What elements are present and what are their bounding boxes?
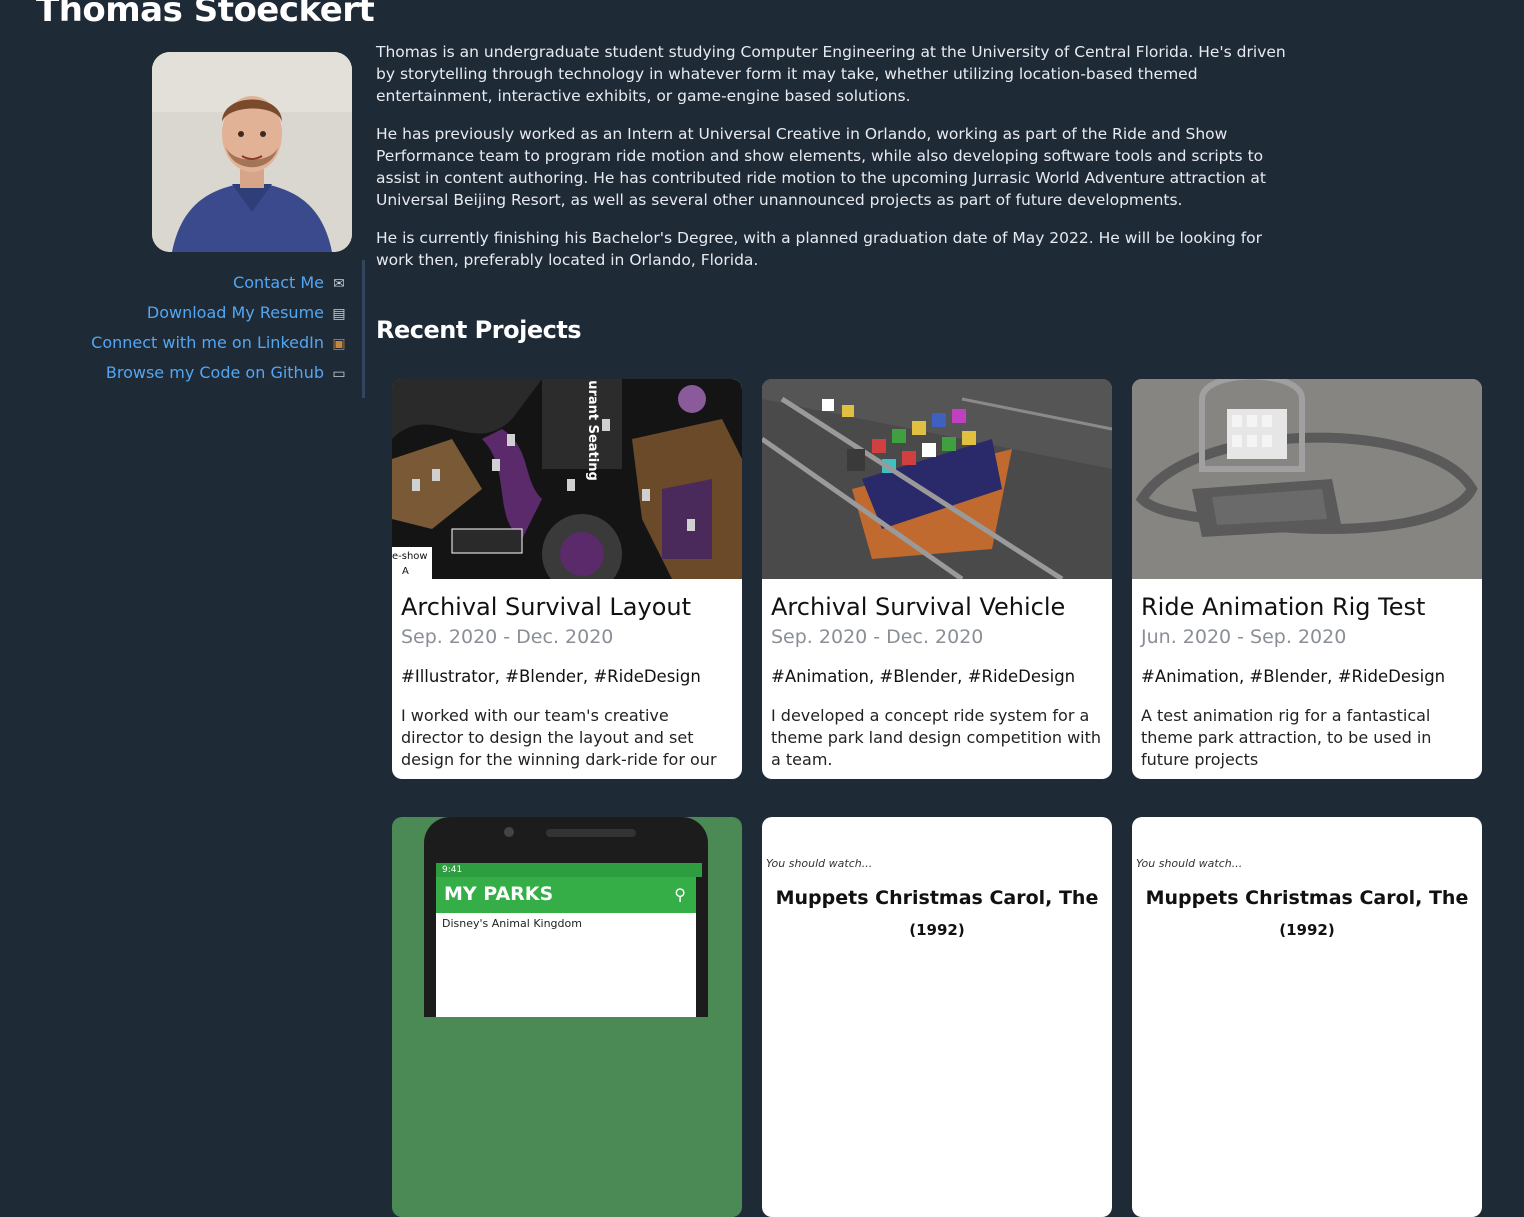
project-card[interactable]: Archival Survival Vehicle Sep. 2020 - De… [762, 379, 1112, 779]
vehicle-thumbnail [762, 379, 1112, 579]
recommendation-year: (1992) [1279, 921, 1335, 939]
contact-link-row: Contact Me ✉ [40, 268, 348, 298]
project-date: Jun. 2020 - Sep. 2020 [1141, 626, 1347, 648]
phone-camera [504, 827, 514, 837]
thumb-label-preshow: e-show [392, 551, 428, 562]
recommender-thumbnail: You should watch... Muppets Christmas Ca… [1132, 817, 1482, 1017]
briefcase-icon: ▣ [332, 336, 346, 352]
phone-mockup: 9:41 MY PARKS ⚲ Disney's Animal Kingdom [424, 817, 708, 1017]
recommender-thumbnail: You should watch... Muppets Christmas Ca… [762, 817, 1112, 1017]
profile-links: Contact Me ✉ Download My Resume ▤ Connect … [40, 260, 365, 398]
project-card[interactable]: urant Seating e-show A Archival Survival… [392, 379, 742, 779]
project-description: A test animation rig for a fantastical t… [1141, 706, 1432, 769]
project-description: I developed a concept ride system for a … [771, 706, 1102, 769]
github-link-row: Browse my Code on Github ▭ [40, 358, 348, 388]
profile-photo [152, 52, 352, 252]
phone-status-time: 9:41 [436, 863, 702, 877]
project-card[interactable]: You should watch... Muppets Christmas Ca… [1132, 817, 1482, 1217]
phone-speaker [546, 829, 636, 837]
recommendation-kicker: You should watch... [1136, 857, 1243, 870]
recommendation-title: Muppets Christmas Carol, The [775, 887, 1099, 909]
profile-name: Thomas Stoeckert [36, 0, 375, 30]
bio-paragraph-2: He has previously worked as an Intern at… [376, 125, 1266, 209]
document-icon: ▤ [332, 306, 346, 322]
thumb-label-seating: urant Seating [584, 380, 600, 481]
project-title[interactable]: Ride Animation Rig Test [1141, 593, 1425, 621]
recommendation-kicker: You should watch... [766, 857, 873, 870]
project-card[interactable]: You should watch... Muppets Christmas Ca… [762, 817, 1112, 1217]
download-resume-link[interactable]: Download My Resume [147, 303, 324, 322]
project-card[interactable]: Ride Animation Rig Test Jun. 2020 - Sep.… [1132, 379, 1482, 779]
thumb-label-a: A [402, 566, 409, 577]
recent-projects-heading: Recent Projects [376, 316, 582, 344]
project-card[interactable]: 9:41 MY PARKS ⚲ Disney's Animal Kingdom [392, 817, 742, 1217]
search-icon: ⚲ [674, 885, 686, 904]
app-bar: MY PARKS ⚲ [436, 877, 696, 913]
project-tags: #Illustrator, #Blender, #RideDesign [401, 667, 701, 686]
github-link[interactable]: Browse my Code on Github [106, 363, 324, 382]
recommendation-title: Muppets Christmas Carol, The [1145, 887, 1469, 909]
project-tags: #Animation, #Blender, #RideDesign [771, 667, 1076, 686]
bio-paragraph-3: He is currently finishing his Bachelor's… [376, 229, 1263, 269]
phone-screen: 9:41 MY PARKS ⚲ Disney's Animal Kingdom [436, 863, 702, 1017]
layout-thumbnail: urant Seating e-show A [392, 379, 742, 579]
project-tags: #Animation, #Blender, #RideDesign [1141, 667, 1446, 686]
rig-thumbnail [1132, 379, 1482, 579]
project-description: I worked with our team's creative direct… [401, 706, 717, 775]
bio-paragraph-1: Thomas is an undergraduate student study… [376, 43, 1286, 105]
contact-me-link[interactable]: Contact Me [233, 273, 324, 292]
project-title[interactable]: Archival Survival Vehicle [771, 593, 1065, 621]
linkedin-link[interactable]: Connect with me on LinkedIn [91, 333, 324, 352]
project-date: Sep. 2020 - Dec. 2020 [401, 626, 614, 648]
bio: Thomas is an undergraduate student study… [376, 41, 1286, 287]
resume-link-row: Download My Resume ▤ [40, 298, 348, 328]
project-title[interactable]: Archival Survival Layout [401, 593, 691, 621]
envelope-icon: ✉ [333, 276, 345, 292]
app-thumbnail: 9:41 MY PARKS ⚲ Disney's Animal Kingdom [392, 817, 742, 1017]
app-title: MY PARKS [444, 883, 554, 905]
recommendation-year: (1992) [909, 921, 965, 939]
park-row: Disney's Animal Kingdom [442, 917, 582, 930]
project-date: Sep. 2020 - Dec. 2020 [771, 626, 984, 648]
monitor-icon: ▭ [332, 366, 346, 382]
linkedin-link-row: Connect with me on LinkedIn ▣ [40, 328, 348, 358]
